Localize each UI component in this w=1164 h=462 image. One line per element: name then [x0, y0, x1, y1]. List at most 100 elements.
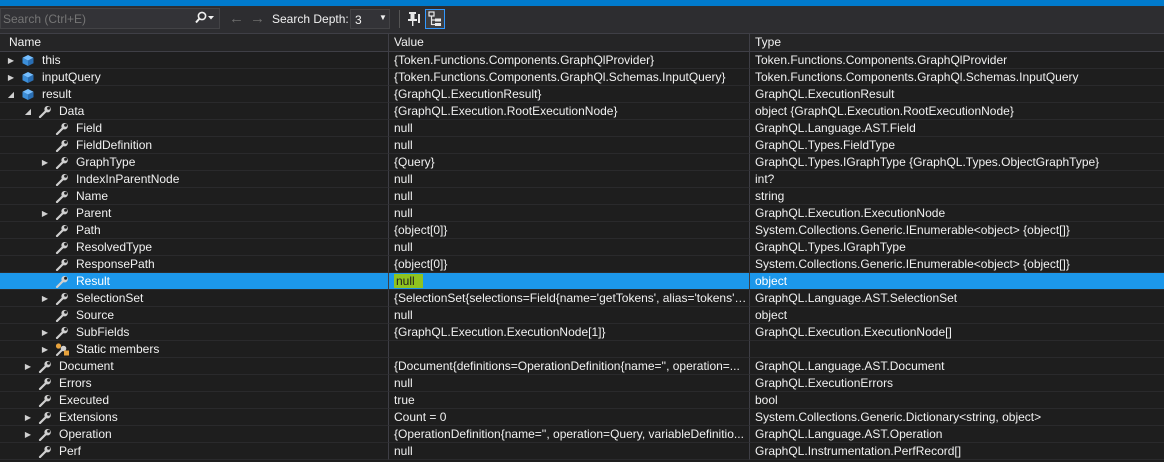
watch-row[interactable]: ▶ Document {Document{definitions=Operati…: [0, 358, 1164, 375]
value-cell[interactable]: null: [389, 120, 750, 137]
value-cell[interactable]: Count = 0: [389, 409, 750, 426]
search-previous-arrow-icon[interactable]: ←: [229, 10, 244, 27]
watch-row[interactable]: Source null object: [0, 307, 1164, 324]
value-cell[interactable]: {Token.Functions.Components.GraphQl.Sche…: [389, 69, 750, 86]
watch-row[interactable]: Field null GraphQL.Language.AST.Field: [0, 120, 1164, 137]
value-cell[interactable]: {SelectionSet{selections=Field{name='get…: [389, 290, 750, 307]
value-cell[interactable]: {object[0]}: [389, 222, 750, 239]
row-type: GraphQL.Language.AST.Operation: [755, 427, 943, 441]
search-input[interactable]: [3, 10, 188, 27]
expand-chevron-icon[interactable]: ▶: [6, 52, 16, 68]
row-value: null: [394, 206, 413, 220]
wrench-icon: [55, 173, 69, 187]
expand-chevron-icon[interactable]: ▶: [6, 69, 16, 85]
expand-chevron-icon[interactable]: ▶: [40, 290, 50, 306]
row-value: null: [394, 444, 413, 458]
watch-row[interactable]: ▶ SelectionSet {SelectionSet{selections=…: [0, 290, 1164, 307]
value-cell[interactable]: null: [389, 375, 750, 392]
row-type: string: [755, 189, 785, 203]
row-value: {Token.Functions.Components.GraphQlProvi…: [394, 53, 655, 67]
name-cell: ▶ GraphType: [0, 154, 389, 171]
value-cell[interactable]: {Token.Functions.Components.GraphQlProvi…: [389, 52, 750, 69]
watch-row[interactable]: ◢ result {GraphQL.ExecutionResult} Graph…: [0, 86, 1164, 103]
watch-row[interactable]: ▶ SubFields {GraphQL.Execution.Execution…: [0, 324, 1164, 341]
watch-row[interactable]: ▶ Extensions Count = 0 System.Collection…: [0, 409, 1164, 426]
expand-chevron-icon[interactable]: ▶: [23, 409, 33, 425]
watch-row[interactable]: Errors null GraphQL.ExecutionErrors: [0, 375, 1164, 392]
expand-chevron-icon[interactable]: ▶: [40, 341, 50, 357]
search-depth-label: Search Depth:: [272, 12, 349, 26]
value-cell[interactable]: null: [389, 205, 750, 222]
row-value: null: [394, 138, 413, 152]
watch-row[interactable]: Name null string: [0, 188, 1164, 205]
column-header-value[interactable]: Value: [389, 34, 750, 51]
expand-chevron-icon[interactable]: ▶: [23, 426, 33, 442]
watch-row[interactable]: ▶ inputQuery {Token.Functions.Components…: [0, 69, 1164, 86]
row-type: GraphQL.Types.IGraphType: [755, 240, 906, 254]
watch-grid: ▶ this {Token.Functions.Components.Graph…: [0, 52, 1164, 462]
value-cell[interactable]: [389, 341, 750, 358]
row-name: GraphType: [76, 155, 136, 169]
watch-row[interactable]: Executed true bool: [0, 392, 1164, 409]
watch-row[interactable]: FieldDefinition null GraphQL.Types.Field…: [0, 137, 1164, 154]
value-cell[interactable]: {Query}: [389, 154, 750, 171]
search-depth-value: 3: [355, 13, 362, 27]
expand-chevron-icon[interactable]: ▶: [40, 324, 50, 340]
pin-property-button[interactable]: [404, 9, 424, 29]
value-cell[interactable]: true: [389, 392, 750, 409]
watch-row[interactable]: IndexInParentNode null int?: [0, 171, 1164, 188]
value-cell[interactable]: null: [389, 273, 750, 290]
no-expander: [23, 392, 33, 408]
no-expander: [40, 239, 50, 255]
value-cell[interactable]: null: [389, 239, 750, 256]
type-cell: GraphQL.Types.IGraphType: [750, 239, 1164, 256]
search-box[interactable]: [0, 8, 220, 29]
value-cell[interactable]: null: [389, 188, 750, 205]
collapse-chevron-icon[interactable]: ◢: [23, 103, 33, 119]
watch-row[interactable]: ▶ GraphType {Query} GraphQL.Types.IGraph…: [0, 154, 1164, 171]
value-cell[interactable]: {object[0]}: [389, 256, 750, 273]
watch-row[interactable]: Perf null GraphQL.Instrumentation.PerfRe…: [0, 443, 1164, 460]
value-cell[interactable]: {GraphQL.Execution.ExecutionNode[1]}: [389, 324, 750, 341]
value-cell[interactable]: null: [389, 171, 750, 188]
type-cell: object: [750, 307, 1164, 324]
watch-row[interactable]: ResponsePath {object[0]} System.Collecti…: [0, 256, 1164, 273]
type-cell: GraphQL.Execution.ExecutionNode[]: [750, 324, 1164, 341]
collapse-chevron-icon[interactable]: ◢: [6, 86, 16, 102]
value-cell[interactable]: {Document{definitions=OperationDefinitio…: [389, 358, 750, 375]
watch-row[interactable]: ▶ Static members: [0, 341, 1164, 358]
column-header-name[interactable]: Name: [0, 34, 389, 51]
expand-chevron-icon[interactable]: ▶: [23, 358, 33, 374]
no-expander: [23, 375, 33, 391]
watch-row[interactable]: ▶ Operation {OperationDefinition{name=''…: [0, 426, 1164, 443]
watch-row[interactable]: ▶ this {Token.Functions.Components.Graph…: [0, 52, 1164, 69]
value-cell[interactable]: {GraphQL.Execution.RootExecutionNode}: [389, 103, 750, 120]
watch-row[interactable]: ▶ Parent null GraphQL.Execution.Executio…: [0, 205, 1164, 222]
search-button[interactable]: [193, 10, 219, 27]
column-header-type[interactable]: Type: [750, 34, 1164, 51]
watch-row[interactable]: Path {object[0]} System.Collections.Gene…: [0, 222, 1164, 239]
row-type: System.Collections.Generic.IEnumerable<o…: [755, 257, 1070, 271]
row-value: {object[0]}: [394, 223, 448, 237]
watch-row[interactable]: Result null object: [0, 273, 1164, 290]
value-cell[interactable]: {OperationDefinition{name='', operation=…: [389, 426, 750, 443]
value-cell[interactable]: {GraphQL.ExecutionResult}: [389, 86, 750, 103]
row-value: null: [394, 376, 413, 390]
show-raw-structure-button[interactable]: [425, 9, 445, 29]
search-next-arrow-icon[interactable]: →: [250, 10, 265, 27]
value-cell[interactable]: null: [389, 137, 750, 154]
watch-row[interactable]: ◢ Data {GraphQL.Execution.RootExecutionN…: [0, 103, 1164, 120]
row-name: Result: [76, 274, 111, 288]
value-cell[interactable]: null: [389, 443, 750, 460]
cube-icon: [21, 54, 35, 67]
expand-chevron-icon[interactable]: ▶: [40, 154, 50, 170]
search-depth-dropdown[interactable]: 3 ▼: [350, 9, 390, 29]
expand-chevron-icon[interactable]: ▶: [40, 205, 50, 221]
row-name: Path: [76, 223, 101, 237]
wrench-icon: [38, 428, 52, 442]
wrench-icon: [38, 105, 52, 119]
value-cell[interactable]: null: [389, 307, 750, 324]
row-type: GraphQL.ExecutionErrors: [755, 376, 894, 390]
watch-row[interactable]: ResolvedType null GraphQL.Types.IGraphTy…: [0, 239, 1164, 256]
wrench-icon: [55, 156, 69, 170]
